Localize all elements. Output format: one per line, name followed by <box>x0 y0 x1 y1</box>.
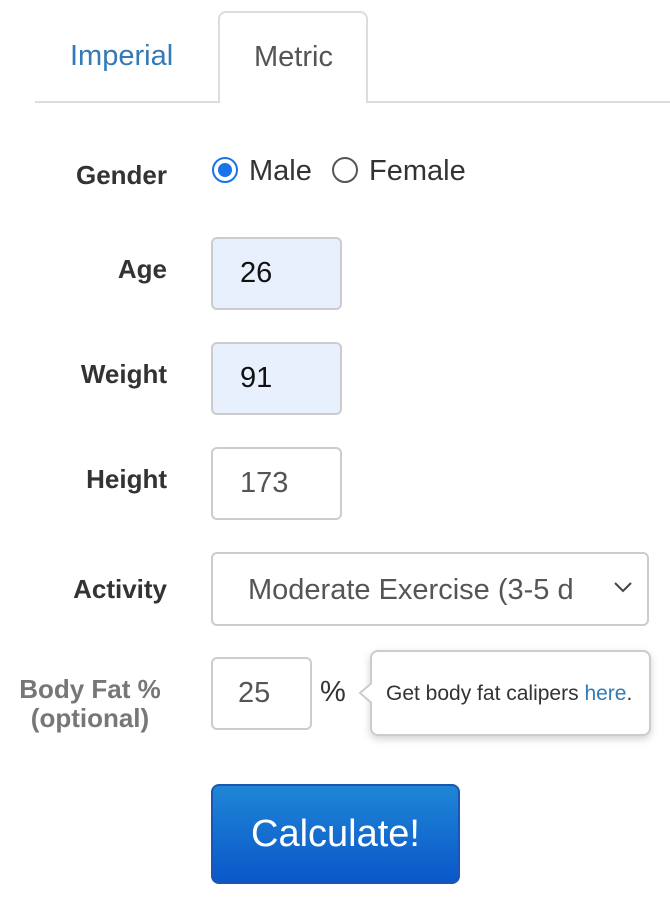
chevron-down-icon <box>614 582 632 593</box>
height-input[interactable]: 173 <box>211 447 342 520</box>
activity-select[interactable]: Moderate Exercise (3-5 d <box>211 552 649 626</box>
body-fat-label-line2: (optional) <box>30 703 150 733</box>
tab-metric-label: Metric <box>254 41 333 73</box>
body-fat-label-line1: Body Fat % <box>19 674 161 704</box>
height-label: Height <box>86 464 167 494</box>
percent-unit: % <box>320 676 346 708</box>
calipers-tooltip: Get body fat calipers here. <box>358 650 651 736</box>
female-radio[interactable] <box>332 157 358 183</box>
weight-label: Weight <box>80 359 167 389</box>
activity-label: Activity <box>73 574 167 604</box>
weight-input[interactable]: 91 <box>211 342 342 415</box>
male-radio[interactable] <box>212 157 238 183</box>
tooltip-text-end: . <box>626 682 633 705</box>
male-radio-label[interactable]: Male <box>249 155 312 188</box>
female-radio-label[interactable]: Female <box>369 155 466 188</box>
calipers-link[interactable]: here <box>584 682 626 705</box>
tab-imperial[interactable]: Imperial <box>70 40 173 73</box>
tab-metric[interactable]: Metric <box>218 11 368 103</box>
tooltip-text-main: Get body fat calipers <box>386 682 585 705</box>
age-label: Age <box>117 254 167 284</box>
gender-label: Gender <box>75 160 167 190</box>
tooltip-arrow <box>358 681 382 705</box>
tooltip-text: Get body fat calipers here. <box>386 682 632 706</box>
age-input[interactable]: 26 <box>211 237 342 310</box>
calculate-button[interactable]: Calculate! <box>211 784 460 884</box>
activity-select-value: Moderate Exercise (3-5 d <box>248 574 574 606</box>
body-fat-input[interactable]: 25 <box>211 657 312 730</box>
body-fat-label: Body Fat % (optional) <box>10 675 170 733</box>
